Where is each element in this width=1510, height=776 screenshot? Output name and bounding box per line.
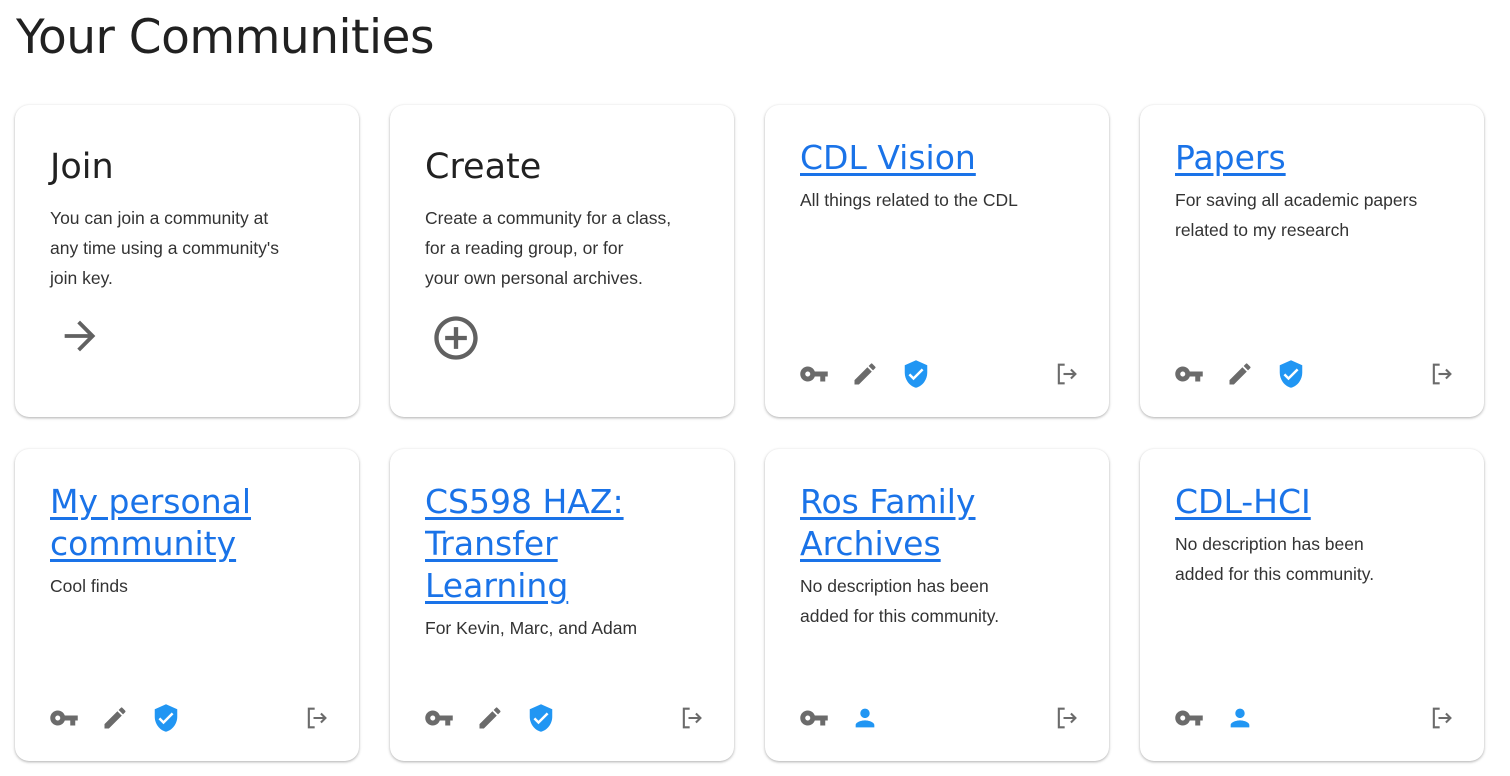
- community-description: For Kevin, Marc, and Adam: [425, 618, 638, 638]
- key-icon[interactable]: [799, 359, 829, 389]
- community-title-line: community: [50, 524, 237, 563]
- community-title-line: Papers: [1175, 138, 1286, 177]
- community-description: No description has been added for this co…: [800, 576, 1000, 626]
- community-description: No description has been added for this co…: [1175, 534, 1375, 584]
- verified-shield-icon: [901, 359, 931, 389]
- pencil-icon[interactable]: [476, 704, 504, 732]
- pencil-icon[interactable]: [101, 704, 129, 732]
- community-title-line: Ros Family: [800, 482, 976, 521]
- community-title-link[interactable]: CDL-HCI: [1175, 481, 1456, 523]
- join-card[interactable]: Join You can join a community at any tim…: [15, 105, 359, 417]
- add-circle-outline-icon[interactable]: [430, 312, 482, 364]
- arrow-right-icon[interactable]: [57, 313, 103, 359]
- pencil-icon[interactable]: [851, 360, 879, 388]
- key-icon[interactable]: [49, 703, 79, 733]
- key-icon[interactable]: [424, 703, 454, 733]
- key-icon[interactable]: [1174, 359, 1204, 389]
- community-title-line: CDL Vision: [800, 138, 976, 177]
- community-card-footer: [799, 703, 1081, 733]
- community-description: Cool finds: [50, 576, 128, 596]
- logout-icon[interactable]: [1428, 704, 1456, 732]
- community-title-line: Transfer Learning: [425, 524, 569, 605]
- person-icon: [1226, 704, 1254, 732]
- community-title-line: My personal: [50, 482, 251, 521]
- community-title-line: Archives: [800, 524, 941, 563]
- community-title-link[interactable]: Papers: [1175, 137, 1456, 179]
- person-icon: [851, 704, 879, 732]
- community-card: CDL Vision All things related to the CDL: [765, 105, 1109, 417]
- verified-shield-icon: [1276, 359, 1306, 389]
- community-card-footer: [49, 703, 331, 733]
- community-title-link[interactable]: My personal community: [50, 481, 331, 565]
- community-title-line: CDL-HCI: [1175, 482, 1311, 521]
- community-description: For saving all academic papers related to…: [1175, 190, 1418, 240]
- verified-shield-icon: [526, 703, 556, 733]
- community-title-link[interactable]: Ros Family Archives: [800, 481, 1081, 565]
- join-description: You can join a community at any time usi…: [50, 208, 279, 288]
- community-description: All things related to the CDL: [800, 190, 1018, 210]
- logout-icon[interactable]: [1053, 360, 1081, 388]
- community-card: Ros Family Archives No description has bee…: [765, 449, 1109, 761]
- community-card-footer: [799, 359, 1081, 389]
- key-icon[interactable]: [1174, 703, 1204, 733]
- community-title-line: CS598 HAZ:: [425, 482, 624, 521]
- community-title-link[interactable]: CS598 HAZ:Transfer Learning(Sprin..: [425, 481, 706, 607]
- communities-grid: Join You can join a community at any tim…: [15, 105, 1485, 761]
- community-card: Papers For saving all academic papers rela…: [1140, 105, 1484, 417]
- create-description: Create a community for a class, for a re…: [425, 208, 672, 288]
- page-title: Your Communities: [16, 10, 434, 65]
- pencil-icon[interactable]: [1226, 360, 1254, 388]
- community-card-footer: [1174, 703, 1456, 733]
- logout-icon[interactable]: [303, 704, 331, 732]
- community-card: My personal community Cool finds: [15, 449, 359, 761]
- join-title: Join: [50, 147, 114, 187]
- community-card-footer: [424, 703, 706, 733]
- verified-shield-icon: [151, 703, 181, 733]
- community-title-link[interactable]: CDL Vision: [800, 137, 1081, 179]
- create-title: Create: [425, 147, 542, 187]
- key-icon[interactable]: [799, 703, 829, 733]
- logout-icon[interactable]: [1428, 360, 1456, 388]
- community-card: CDL-HCI No description has been added for …: [1140, 449, 1484, 761]
- create-card[interactable]: Create Create a community for a class, f…: [390, 105, 734, 417]
- community-card-footer: [1174, 359, 1456, 389]
- community-card: CS598 HAZ:Transfer Learning(Sprin.. For K…: [390, 449, 734, 761]
- logout-icon[interactable]: [678, 704, 706, 732]
- logout-icon[interactable]: [1053, 704, 1081, 732]
